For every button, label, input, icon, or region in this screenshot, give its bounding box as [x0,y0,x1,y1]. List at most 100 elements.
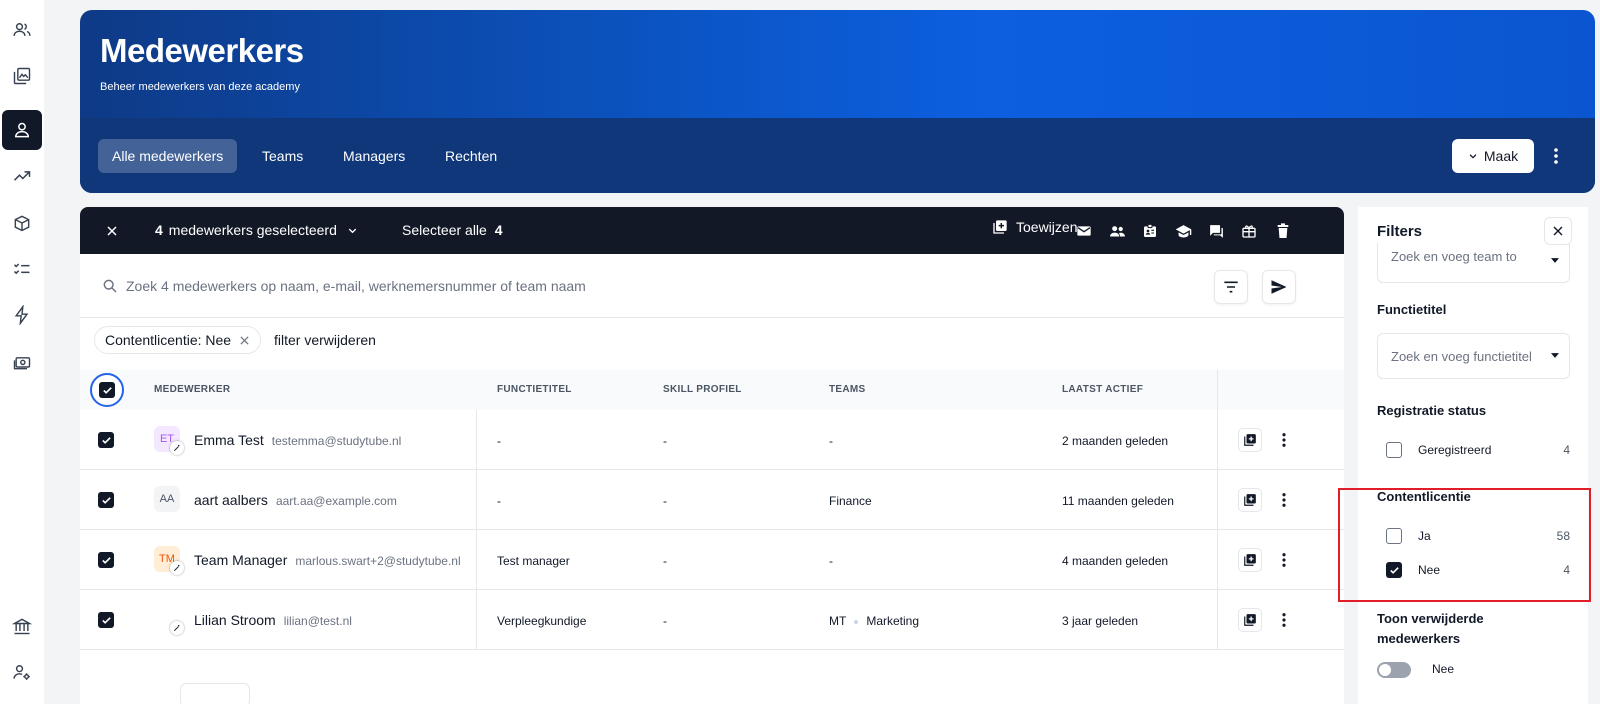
caret-down-icon [1551,258,1559,263]
teams-cell: - [829,554,833,568]
select-all-button[interactable]: Selecteer alle 4 [402,222,503,238]
column-header-teams[interactable]: TEAMS [829,384,866,395]
learning-box-icon[interactable] [2,203,42,243]
filters-title: Filters [1377,223,1423,240]
badge-icon[interactable] [1140,221,1160,241]
employees-panel: 4 medewerkers geselecteerd Selecteer all… [80,207,1344,704]
trending-up-icon[interactable] [2,156,42,196]
pagination-control[interactable] [180,683,250,704]
people-icon[interactable] [1107,221,1127,241]
row-checkbox[interactable] [98,432,114,448]
add-to-icon[interactable] [1238,548,1262,572]
remove-filter-link[interactable]: filter verwijderen [274,332,376,348]
teams-cell: - [829,434,833,448]
search-input[interactable] [126,272,1026,300]
functietitel-select[interactable]: Zoek en voeg functietitel [1377,333,1570,379]
team-name: MT [829,614,847,628]
column-divider [476,530,477,589]
functietitel-cell: Verpleegkundige [497,614,587,628]
more-vertical-icon[interactable] [1272,548,1296,572]
team-select[interactable]: Zoek en voeg team to [1377,243,1570,283]
table-row[interactable]: ET Emma Test testemma@studytube.nl - - - … [80,410,1344,470]
table-header: MEDEWERKER FUNCTIETITEL SKILL PROFIEL TE… [80,370,1344,410]
select-all-checkbox[interactable] [90,373,124,407]
graduation-cap-icon[interactable] [1173,221,1193,241]
table-row[interactable]: TM Team Manager marlous.swart+2@studytube… [80,530,1344,590]
money-icon[interactable] [2,342,42,382]
tab-managers[interactable]: Managers [329,139,419,173]
clear-selection-icon[interactable] [102,221,122,241]
lightning-icon[interactable] [2,295,42,335]
functietitel-select-placeholder: Zoek en voeg functietitel [1391,348,1532,364]
employee-name: Lilian Stroom [194,612,276,628]
functietitel-cell: - [497,494,501,508]
selection-count-label: medewerkers geselecteerd [168,222,337,238]
teams-cell: Finance [829,494,872,508]
add-to-icon[interactable] [1238,428,1262,452]
user-settings-icon[interactable] [2,652,42,692]
skill-profiel-cell: - [663,614,667,628]
row-checkbox[interactable] [98,612,114,628]
filter-option-geregistreerd[interactable]: Geregistreerd 4 [1386,441,1570,459]
more-vertical-icon[interactable] [1272,488,1296,512]
users-group-icon[interactable] [2,10,42,50]
column-divider [1217,530,1218,589]
employee-name-cell[interactable]: aart aalbers aart.aa@example.com [194,492,397,508]
add-to-icon[interactable] [1238,488,1262,512]
search-row [80,254,1344,318]
employee-name-cell[interactable]: Emma Test testemma@studytube.nl [194,432,401,448]
laatst-actief-cell: 4 maanden geleden [1062,554,1169,568]
mail-icon[interactable] [1074,221,1094,241]
assign-button[interactable]: Toewijzen [992,219,1077,235]
checklist-icon[interactable] [2,249,42,289]
highlight-box [1338,488,1591,602]
magic-wand-icon [170,441,184,455]
add-to-icon[interactable] [1238,608,1262,632]
checkbox-unchecked-icon[interactable] [1386,442,1402,458]
chat-icon[interactable] [1206,221,1226,241]
column-header-medewerker[interactable]: MEDEWERKER [154,384,230,395]
employee-email: aart.aa@example.com [275,494,397,508]
column-header-skill-profiel[interactable]: SKILL PROFIEL [663,384,742,395]
deleted-filter-label: Toon verwijderde medewerkers [1377,609,1484,649]
employee-name-cell[interactable]: Team Manager marlous.swart+2@studytube.nl [194,552,461,568]
tab-alle-medewerkers[interactable]: Alle medewerkers [98,139,238,173]
row-checkbox[interactable] [98,492,114,508]
make-button[interactable]: Maak [1452,139,1534,173]
row-checkbox[interactable] [98,552,114,568]
left-rail [0,0,44,704]
tab-rechten[interactable]: Rechten [431,139,511,173]
selection-bar: 4 medewerkers geselecteerd Selecteer all… [80,207,1344,254]
table-row[interactable]: AA aart aalbers aart.aa@example.com - - F… [80,470,1344,530]
close-icon[interactable] [239,335,250,346]
deleted-filter-label-line1: Toon verwijderde [1377,611,1484,626]
select-all-label: Selecteer alle [402,222,487,238]
show-deleted-toggle-label: Nee [1432,662,1455,676]
library-icon[interactable] [2,56,42,96]
person-icon[interactable] [2,110,42,150]
assign-label: Toewijzen [1016,219,1078,235]
employee-name-cell[interactable]: Lilian Stroom lilian@test.nl [194,612,352,628]
active-filter-chip[interactable]: Contentlicentie: Nee [94,326,262,354]
more-vertical-icon[interactable] [1542,142,1570,170]
column-header-functietitel[interactable]: FUNCTIETITEL [497,384,572,395]
close-icon[interactable] [1544,217,1572,245]
selection-count-dropdown[interactable]: 4 medewerkers geselecteerd [155,222,358,238]
filter-icon[interactable] [1214,270,1248,304]
gift-icon[interactable] [1239,221,1259,241]
magic-wand-icon [170,561,184,575]
laatst-actief-cell: 3 jaar geleden [1062,614,1139,628]
more-vertical-icon[interactable] [1272,608,1296,632]
column-header-laatst-actief[interactable]: LAATST ACTIEF [1062,384,1143,395]
institution-icon[interactable] [2,606,42,646]
filter-option-label: Geregistreerd [1418,443,1492,457]
functietitel-cell: Test manager [497,554,570,568]
table-row[interactable]: Lilian Stroom lilian@test.nl Verpleegkund… [80,590,1344,650]
tab-teams[interactable]: Teams [248,139,317,173]
send-icon[interactable] [1262,270,1296,304]
registratie-filter-label: Registratie status [1377,403,1487,418]
employee-email: lilian@test.nl [283,614,352,628]
trash-icon[interactable] [1273,221,1293,241]
show-deleted-toggle[interactable] [1377,662,1411,678]
more-vertical-icon[interactable] [1272,428,1296,452]
